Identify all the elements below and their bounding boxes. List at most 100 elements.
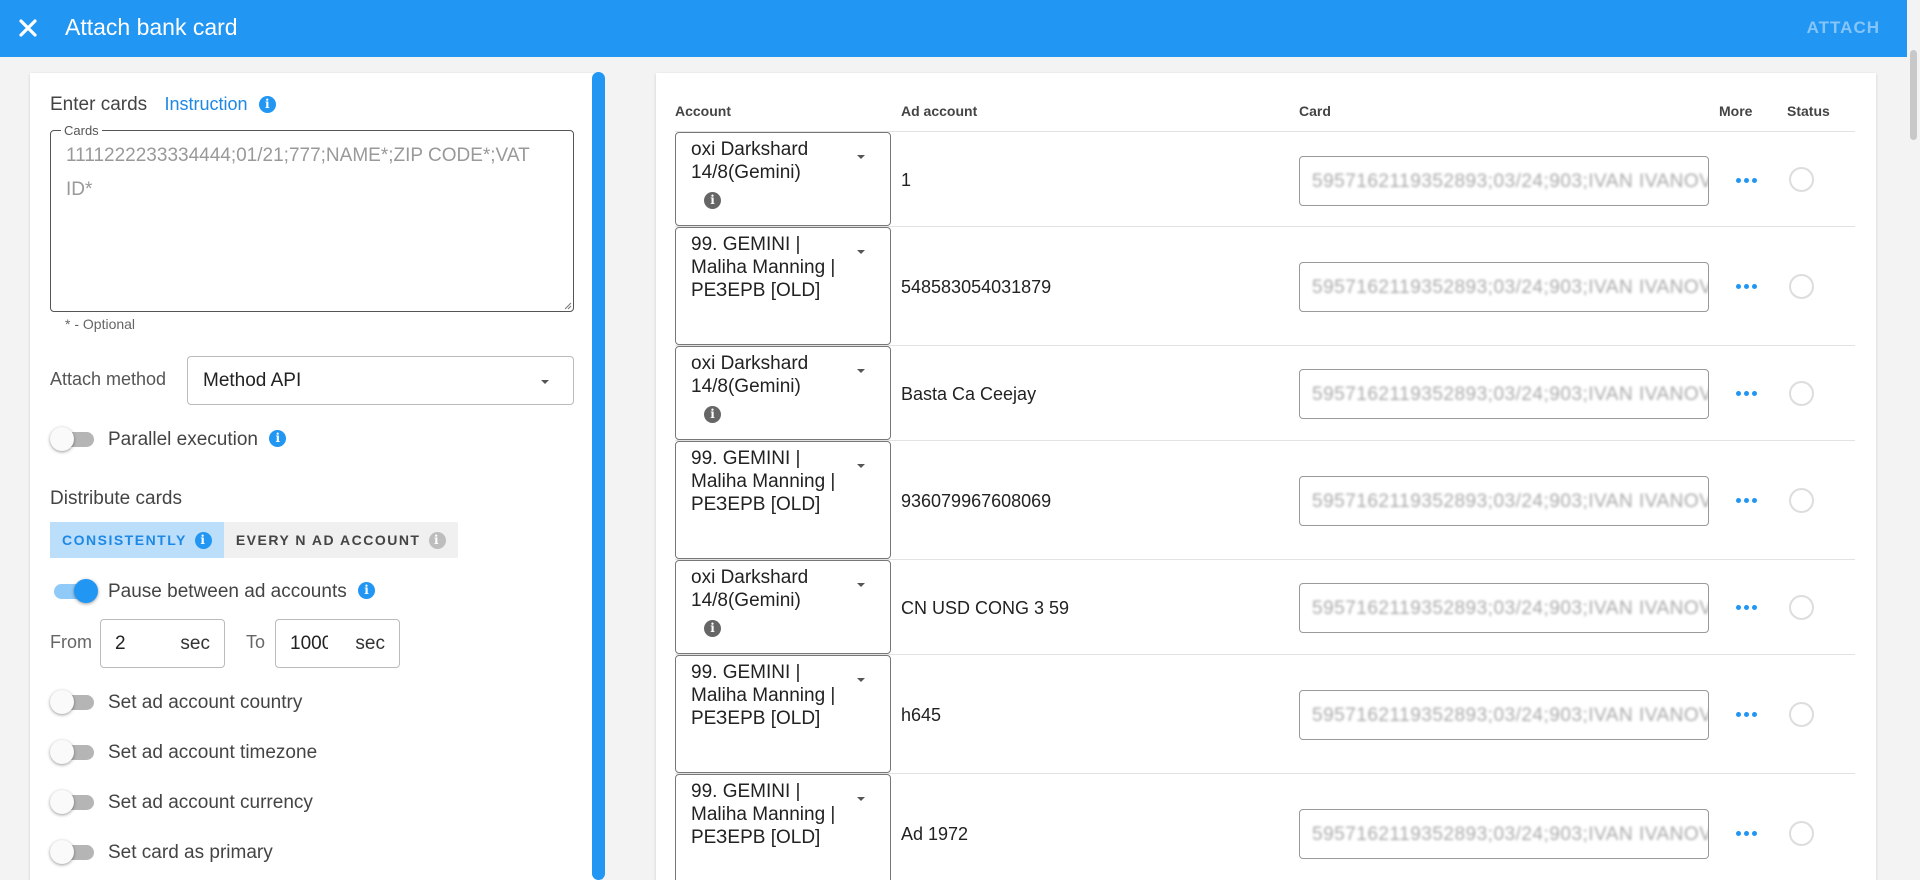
- attach-button[interactable]: ATTACH: [1807, 18, 1880, 38]
- toggle-knob: [50, 840, 74, 864]
- accounts-table: Account Ad account Card More Status oxi …: [656, 73, 1876, 880]
- account-select[interactable]: oxi Darkshard 14/8(Gemini) i: [675, 346, 891, 440]
- close-button[interactable]: [12, 12, 44, 44]
- account-select-value: oxi Darkshard 14/8(Gemini): [691, 139, 809, 183]
- card-input-value: 5957162119352893;03/24;903;IVAN IVANOV: [1312, 491, 1709, 512]
- set-country-label: Set ad account country: [108, 692, 303, 713]
- ad-account-id: 1: [901, 170, 912, 190]
- pause-from-value: 2: [115, 632, 126, 654]
- pause-from-input[interactable]: 2 sec: [100, 619, 225, 668]
- set-country-toggle[interactable]: [50, 690, 98, 714]
- account-select[interactable]: oxi Darkshard 14/8(Gemini) i: [675, 132, 891, 226]
- toggle-knob: [74, 579, 98, 603]
- chevron-down-icon: [541, 380, 549, 384]
- attach-method-select[interactable]: Method API: [187, 356, 574, 405]
- account-select[interactable]: oxi Darkshard 14/8(Gemini) i: [675, 560, 891, 654]
- page-scrollbar-thumb[interactable]: [1910, 50, 1917, 140]
- account-select-value: 99. GEMINI | Maliha Manning | РЕЗЕРВ [OL…: [691, 662, 836, 729]
- set-primary-toggle[interactable]: [50, 840, 98, 864]
- distribute-every-n-option[interactable]: EVERY N AD ACCOUNT i: [224, 522, 458, 558]
- account-info-icon[interactable]: i: [704, 406, 721, 423]
- status-indicator: [1789, 821, 1814, 846]
- column-header-account: Account: [675, 103, 731, 119]
- consistently-info-icon[interactable]: i: [194, 531, 212, 549]
- card-input-value: 5957162119352893;03/24;903;IVAN IVANOV: [1312, 277, 1709, 298]
- distribute-consistently-option[interactable]: CONSISTENTLY i: [50, 522, 224, 558]
- left-panel-scrollbar[interactable]: [592, 72, 605, 880]
- account-select[interactable]: 99. GEMINI | Maliha Manning | РЕЗЕРВ [OL…: [675, 774, 891, 880]
- card-input-value: 5957162119352893;03/24;903;IVAN IVANOV: [1312, 171, 1709, 192]
- account-info-icon[interactable]: i: [704, 620, 721, 637]
- pause-toggle[interactable]: [50, 579, 98, 603]
- page-scrollbar[interactable]: [1907, 0, 1920, 880]
- ad-account-id: h645: [901, 705, 942, 725]
- card-input-value: 5957162119352893;03/24;903;IVAN IVANOV: [1312, 705, 1709, 726]
- set-currency-label: Set ad account currency: [108, 792, 313, 813]
- pause-from-unit: sec: [180, 632, 210, 654]
- status-indicator: [1789, 167, 1814, 192]
- pause-to-input[interactable]: 1000 sec: [275, 619, 400, 668]
- instruction-info-icon[interactable]: i: [258, 96, 276, 114]
- card-input[interactable]: 5957162119352893;03/24;903;IVAN IVANOV: [1299, 262, 1709, 312]
- chevron-down-icon: [857, 797, 865, 801]
- account-select[interactable]: 99. GEMINI | Maliha Manning | РЕЗЕРВ [OL…: [675, 227, 891, 345]
- ad-account-id: Ad 1972: [901, 824, 969, 844]
- pause-to-unit: sec: [355, 632, 385, 654]
- to-label: To: [246, 632, 266, 652]
- resize-handle-icon[interactable]: [562, 300, 572, 310]
- chevron-down-icon: [857, 250, 865, 254]
- more-options-button[interactable]: [1726, 818, 1766, 848]
- more-options-button[interactable]: [1726, 165, 1766, 195]
- status-indicator: [1789, 702, 1814, 727]
- chevron-down-icon: [857, 583, 865, 587]
- chevron-down-icon: [857, 678, 865, 682]
- more-options-button[interactable]: [1726, 592, 1766, 622]
- card-input[interactable]: 5957162119352893;03/24;903;IVAN IVANOV: [1299, 476, 1709, 526]
- set-timezone-toggle[interactable]: [50, 740, 98, 764]
- account-select[interactable]: 99. GEMINI | Maliha Manning | РЕЗЕРВ [OL…: [675, 441, 891, 559]
- status-indicator: [1789, 381, 1814, 406]
- pause-info-icon[interactable]: i: [358, 581, 376, 599]
- more-options-button[interactable]: [1726, 485, 1766, 515]
- more-options-button[interactable]: [1726, 378, 1766, 408]
- column-header-card: Card: [1299, 103, 1331, 119]
- account-select[interactable]: 99. GEMINI | Maliha Manning | РЕЗЕРВ [OL…: [675, 655, 891, 773]
- parallel-execution-label: Parallel execution i: [108, 429, 287, 451]
- distribute-mode-toggle: CONSISTENTLY i EVERY N AD ACCOUNT i: [50, 522, 458, 558]
- more-options-button[interactable]: [1726, 271, 1766, 301]
- optional-note: * - Optional: [65, 316, 136, 332]
- toggle-knob: [50, 790, 74, 814]
- attach-method-value: Method API: [203, 369, 302, 391]
- account-info-icon[interactable]: i: [704, 192, 721, 209]
- chevron-down-icon: [857, 464, 865, 468]
- from-label: From: [50, 632, 92, 652]
- pause-label: Pause between ad accounts i: [108, 581, 376, 603]
- card-input[interactable]: 5957162119352893;03/24;903;IVAN IVANOV: [1299, 583, 1709, 633]
- enter-cards-title: Enter cards Instruction i: [50, 94, 276, 116]
- every-n-info-icon[interactable]: i: [428, 531, 446, 549]
- card-input-value: 5957162119352893;03/24;903;IVAN IVANOV: [1312, 824, 1709, 845]
- attach-method-label: Attach method: [50, 369, 167, 389]
- status-indicator: [1789, 595, 1814, 620]
- cards-textarea[interactable]: [51, 131, 573, 311]
- ad-account-id: Basta Ca Ceejay: [901, 384, 1037, 404]
- ad-account-id: 936079967608069: [901, 491, 1052, 511]
- set-timezone-label: Set ad account timezone: [108, 742, 318, 763]
- pause-to-value: 1000: [290, 632, 328, 654]
- instruction-link[interactable]: Instruction: [164, 94, 247, 114]
- set-currency-toggle[interactable]: [50, 790, 98, 814]
- parallel-info-icon[interactable]: i: [269, 429, 287, 447]
- account-select-value: oxi Darkshard 14/8(Gemini): [691, 567, 809, 611]
- toggle-knob: [50, 427, 74, 451]
- toggle-knob: [50, 740, 74, 764]
- card-input[interactable]: 5957162119352893;03/24;903;IVAN IVANOV: [1299, 156, 1709, 206]
- card-input[interactable]: 5957162119352893;03/24;903;IVAN IVANOV: [1299, 809, 1709, 859]
- parallel-execution-toggle[interactable]: [50, 427, 98, 451]
- card-input-value: 5957162119352893;03/24;903;IVAN IVANOV: [1312, 598, 1709, 619]
- more-options-button[interactable]: [1726, 699, 1766, 729]
- cards-field[interactable]: Cards: [50, 123, 574, 312]
- card-input[interactable]: 5957162119352893;03/24;903;IVAN IVANOV: [1299, 369, 1709, 419]
- header-bar: Attach bank card ATTACH: [0, 0, 1920, 57]
- column-header-ad-account: Ad account: [901, 103, 978, 119]
- card-input[interactable]: 5957162119352893;03/24;903;IVAN IVANOV: [1299, 690, 1709, 740]
